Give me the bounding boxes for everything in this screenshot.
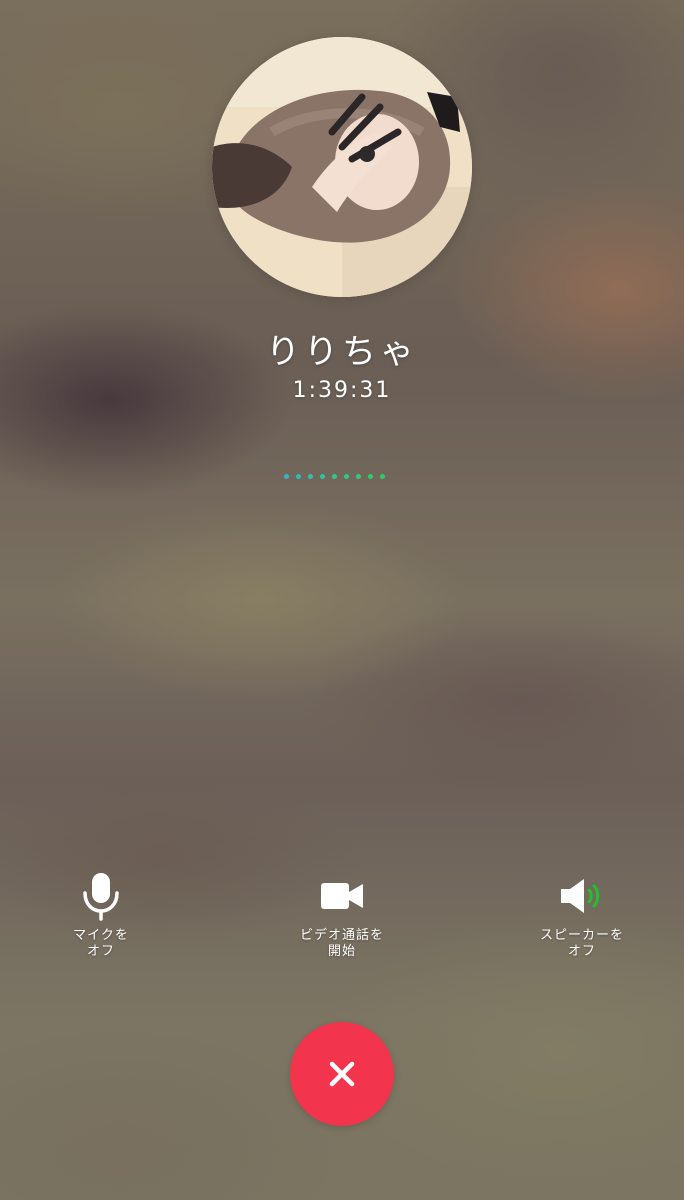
indicator-dot xyxy=(320,474,325,479)
indicator-dot xyxy=(380,474,385,479)
close-icon xyxy=(329,1061,355,1087)
microphone-icon xyxy=(11,870,191,922)
video-camera-icon xyxy=(252,870,432,922)
speaker-off-label: スピーカーを オフ xyxy=(539,928,624,959)
start-video-call-button[interactable]: ビデオ通話を 開始 xyxy=(252,870,432,960)
start-video-call-label: ビデオ通話を 開始 xyxy=(299,928,384,959)
speaker-off-button[interactable]: スピーカーを オフ xyxy=(492,870,672,960)
indicator-dot xyxy=(344,474,349,479)
indicator-dot xyxy=(356,474,361,479)
end-call-button[interactable] xyxy=(290,1022,394,1126)
mic-off-button[interactable]: マイクを オフ xyxy=(11,870,191,960)
indicator-dot xyxy=(368,474,373,479)
avatar-photo xyxy=(212,37,472,297)
caller-name: りりちゃ xyxy=(266,332,418,372)
connection-indicator xyxy=(284,474,385,480)
indicator-dot xyxy=(332,474,337,479)
caller-avatar xyxy=(212,37,472,297)
mic-off-label: マイクを オフ xyxy=(73,928,129,959)
indicator-dot xyxy=(296,474,301,479)
speaker-icon xyxy=(492,870,672,922)
indicator-dot xyxy=(308,474,313,479)
call-duration: 1:39:31 xyxy=(292,378,392,403)
indicator-dot xyxy=(284,474,289,479)
